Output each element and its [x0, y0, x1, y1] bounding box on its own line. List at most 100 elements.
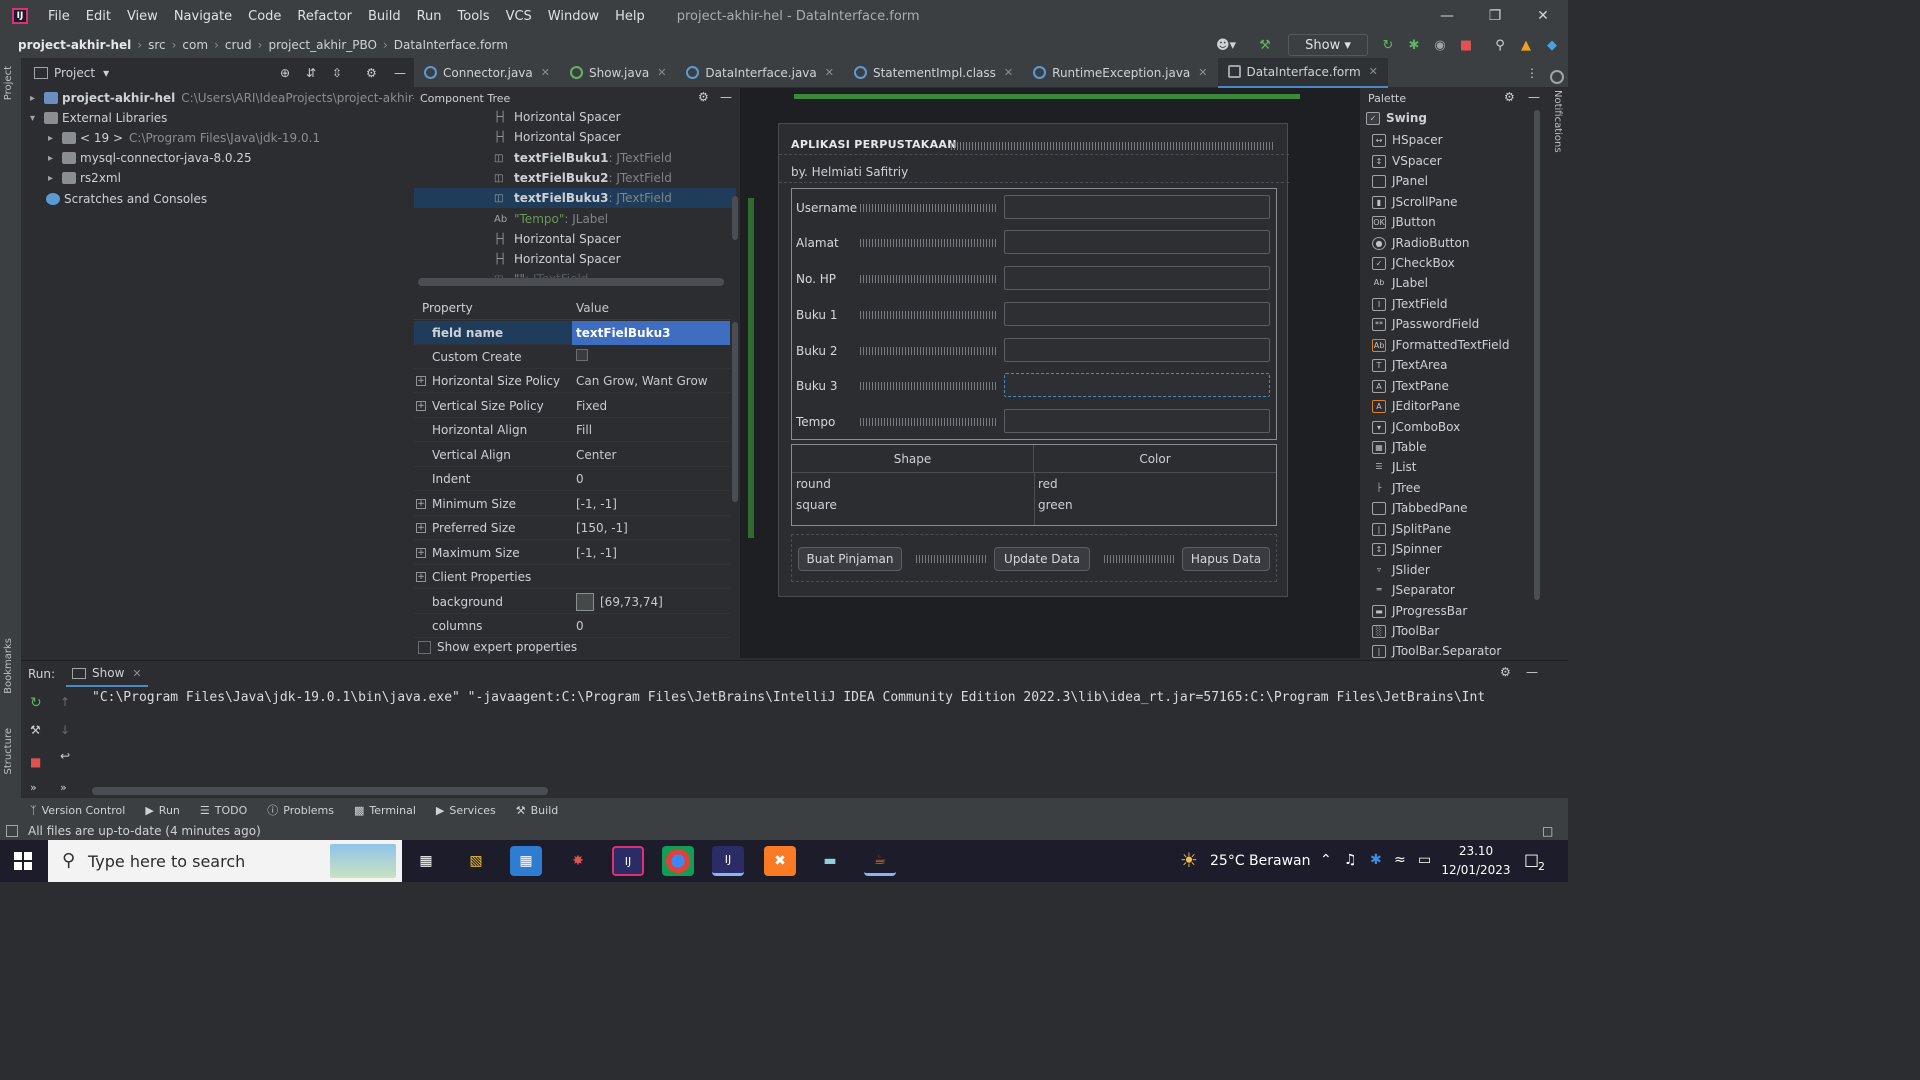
property-row-max-size[interactable]: + Maximum Size [-1, -1] — [414, 541, 730, 565]
palette-item[interactable]: ▬ JProgressBar — [1372, 601, 1467, 621]
tree-item-project[interactable]: ▸ project-akhir-hel C:\Users\ARI\IdeaProj… — [30, 88, 435, 108]
color-swatch[interactable] — [576, 592, 594, 611]
horizontal-spacer[interactable] — [860, 239, 998, 247]
button-panel[interactable]: Buat Pinjaman Update Data Hapus Data — [791, 534, 1277, 582]
palette-item[interactable]: ▿ JSlider — [1372, 560, 1430, 580]
hide-icon[interactable]: — — [394, 66, 406, 80]
palette-item[interactable]: T JTextArea — [1372, 355, 1447, 375]
expand-icon[interactable]: + — [416, 547, 426, 558]
hapus-data-button[interactable]: Hapus Data — [1182, 547, 1270, 571]
menu-file[interactable]: File — [40, 9, 78, 24]
property-value[interactable]: Fill — [572, 423, 730, 437]
property-row-client-properties[interactable]: + Client Properties — [414, 565, 730, 589]
property-value[interactable]: [150, -1] — [572, 521, 730, 535]
project-tool-label[interactable]: Project — [3, 66, 14, 100]
menu-help[interactable]: Help — [607, 9, 653, 24]
horizontal-spacer[interactable] — [860, 311, 998, 319]
palette-item[interactable]: ☰ JList — [1372, 457, 1416, 477]
hide-icon[interactable]: — — [720, 90, 732, 104]
locate-icon[interactable]: ⊕ — [280, 66, 290, 80]
buku3-field-selected[interactable] — [1004, 373, 1270, 397]
expand-icon[interactable]: + — [416, 375, 426, 386]
label-buku3[interactable]: Buku 3 — [796, 379, 837, 393]
form-root-panel[interactable]: APLIKASI PERPUSTAKAAN by. Helmiati Safit… — [778, 123, 1289, 597]
vertical-scrollbar[interactable] — [732, 322, 738, 502]
property-value[interactable]: Center — [572, 448, 730, 462]
palette-item[interactable]: I JTextField — [1372, 294, 1448, 314]
calculator-icon[interactable]: ▦ — [510, 846, 542, 876]
menu-vcs[interactable]: VCS — [498, 9, 540, 24]
property-row-custom-create[interactable]: Custom Create — [414, 345, 730, 369]
battery-icon[interactable]: ▭ — [1418, 852, 1431, 868]
label-alamat[interactable]: Alamat — [796, 236, 839, 250]
gear-icon[interactable]: ⚙ — [1504, 90, 1515, 104]
buku1-field[interactable] — [1004, 302, 1270, 326]
property-row-field-name[interactable]: field name textFielBuku3 — [414, 320, 730, 345]
breadcrumb-file[interactable]: DataInterface.form — [388, 38, 514, 52]
weather-icon[interactable]: ☀ — [1180, 848, 1198, 872]
palette-item[interactable]: ↕ VSpacer — [1372, 151, 1442, 171]
tree-row[interactable]: ├┤ Horizontal Spacer — [414, 127, 736, 147]
chevron-right-icon[interactable]: ▸ — [48, 133, 62, 144]
horizontal-scrollbar[interactable] — [92, 787, 548, 795]
horizontal-spacer[interactable] — [951, 142, 1273, 150]
stop-icon[interactable]: ■ — [30, 755, 41, 769]
arrow-down-icon[interactable]: ↓ — [60, 723, 70, 737]
ide-features-icon[interactable]: ◆ — [1542, 34, 1562, 56]
property-row-indent[interactable]: Indent 0 — [414, 467, 730, 491]
horizontal-spacer[interactable] — [860, 347, 998, 355]
app-icon[interactable]: ✸ — [562, 846, 594, 876]
table-cell[interactable]: square — [796, 498, 837, 512]
palette-item[interactable]: ▦ JTable — [1372, 437, 1427, 457]
notifications-tool-label[interactable]: Notifications — [1552, 90, 1563, 153]
debug-icon[interactable]: ✱ — [1404, 34, 1424, 56]
form-title-label[interactable]: APLIKASI PERPUSTAKAAN — [791, 138, 957, 151]
menu-run[interactable]: Run — [409, 9, 450, 24]
palette-item[interactable]: ↕ JSpinner — [1372, 539, 1442, 559]
tree-row[interactable]: ├┤ Horizontal Spacer — [414, 249, 736, 269]
wifi-icon[interactable]: ≈ — [1394, 852, 1406, 868]
weather-text[interactable]: 25°C Berawan — [1210, 853, 1311, 869]
tree-item-scratches[interactable]: Scratches and Consoles — [46, 189, 207, 209]
label-buku1[interactable]: Buku 1 — [796, 308, 837, 322]
stop-icon[interactable]: ■ — [1456, 34, 1476, 56]
minimize-icon[interactable]: — — [1424, 0, 1470, 32]
update-icon[interactable]: ▲ — [1516, 34, 1536, 56]
project-panel-title[interactable]: Project — [54, 66, 95, 80]
close-tab-icon[interactable]: ✕ — [1198, 66, 1207, 79]
tree-row[interactable]: ├┤ Horizontal Spacer — [414, 107, 736, 127]
table-cell[interactable]: round — [796, 477, 831, 491]
more-icon[interactable]: » — [30, 781, 37, 794]
palette-item[interactable]: A JTextPane — [1372, 376, 1449, 396]
task-view-icon[interactable]: ▦ — [410, 846, 442, 876]
alamat-field[interactable] — [1004, 230, 1270, 254]
breadcrumb-com[interactable]: com — [176, 38, 214, 52]
property-value-input[interactable]: textFielBuku3 — [572, 320, 730, 345]
label-username[interactable]: Username — [796, 201, 857, 215]
java-icon[interactable]: ☕ — [864, 846, 896, 876]
property-value[interactable]: [69,73,74] — [600, 595, 663, 609]
table-cell[interactable]: green — [1038, 498, 1073, 512]
wrench-icon[interactable]: ⚒ — [30, 723, 41, 737]
close-tab-icon[interactable]: ✕ — [657, 66, 666, 79]
expand-icon[interactable]: + — [416, 522, 426, 533]
menu-edit[interactable]: Edit — [78, 9, 119, 24]
lock-icon[interactable]: □ — [1542, 822, 1553, 840]
hide-icon[interactable]: — — [1526, 665, 1538, 679]
breadcrumb-project[interactable]: project-akhir-hel — [12, 38, 137, 52]
horizontal-spacer[interactable] — [860, 204, 998, 212]
username-field[interactable] — [1004, 195, 1270, 219]
arrow-up-icon[interactable]: ↑ — [60, 695, 70, 709]
label-tempo[interactable]: Tempo — [796, 415, 835, 429]
tool-services[interactable]: ▶ Services — [436, 804, 496, 817]
more-icon[interactable]: » — [60, 781, 67, 794]
menu-window[interactable]: Window — [540, 9, 607, 24]
search-icon[interactable]: ⚲ — [1490, 34, 1510, 56]
property-value[interactable]: [-1, -1] — [572, 546, 730, 560]
buku2-field[interactable] — [1004, 338, 1270, 362]
menu-navigate[interactable]: Navigate — [166, 9, 240, 24]
table-cell[interactable]: red — [1038, 477, 1058, 491]
tree-row[interactable]: ◫ textFielBuku2 : JTextField — [414, 168, 736, 188]
menu-refactor[interactable]: Refactor — [289, 9, 360, 24]
close-tab-icon[interactable]: ✕ — [132, 667, 141, 680]
